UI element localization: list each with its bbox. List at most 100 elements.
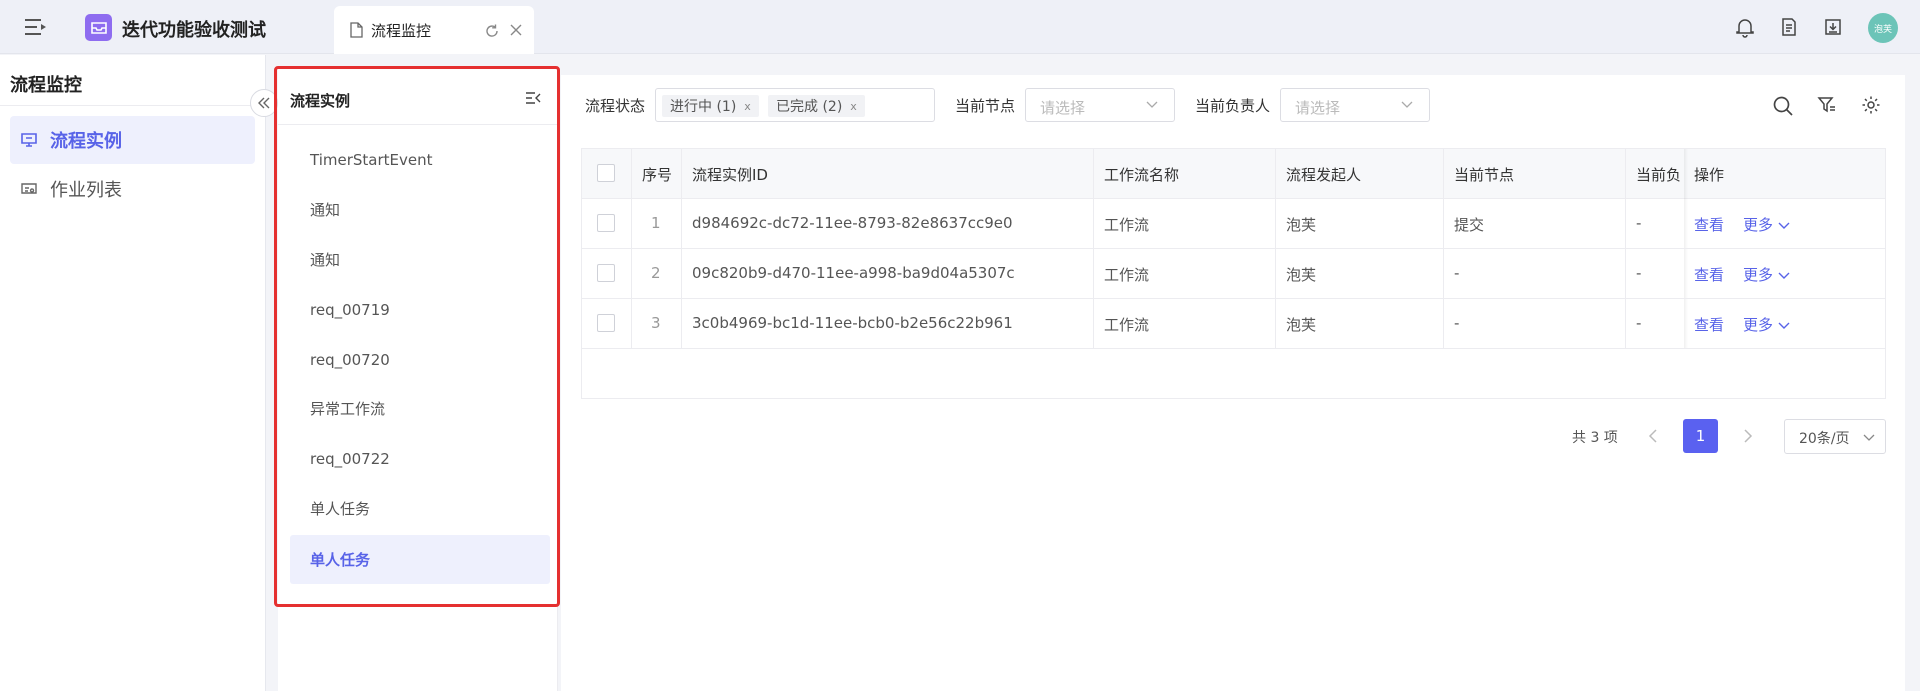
filter-icon[interactable] [1817, 95, 1837, 115]
more-link[interactable]: 更多 [1743, 264, 1790, 285]
chevron-right-icon[interactable] [1743, 429, 1753, 443]
chevron-left-icon[interactable] [1648, 429, 1658, 443]
row-instance-id: d984692c-dc72-11ee-8793-82e8637cc9e0 [692, 214, 1013, 232]
process-item[interactable]: 通知 [290, 185, 550, 234]
table-row[interactable]: 1 d984692c-dc72-11ee-8793-82e8637cc9e0 工… [582, 199, 1885, 249]
bell-icon[interactable] [1734, 16, 1756, 38]
chevron-down-icon [1146, 101, 1158, 108]
avatar[interactable]: 泡芙 [1868, 13, 1898, 43]
row-current-owner: - [1636, 264, 1642, 282]
process-table: 序号 流程实例ID 工作流名称 流程发起人 当前节点 当前负 操作 1 d984… [581, 148, 1886, 399]
table-header: 序号 流程实例ID 工作流名称 流程发起人 当前节点 当前负 操作 [582, 149, 1885, 199]
fold-panel-icon[interactable] [525, 91, 541, 105]
header-instance-id: 流程实例ID [692, 166, 768, 184]
row-workflow-name: 工作流 [1104, 216, 1150, 234]
view-link[interactable]: 查看 [1694, 314, 1724, 335]
row-current-node: 提交 [1454, 216, 1485, 234]
select-all-checkbox[interactable] [597, 164, 615, 182]
chevron-down-icon [1401, 101, 1413, 108]
app-logo [85, 14, 112, 41]
menu-toggle-icon[interactable] [24, 16, 48, 38]
row-index: 1 [651, 214, 661, 232]
row-initiator: 泡芙 [1286, 216, 1317, 234]
header-current-owner: 当前负 [1636, 166, 1682, 184]
refresh-icon[interactable] [484, 23, 500, 39]
view-link[interactable]: 查看 [1694, 264, 1724, 285]
row-current-owner: - [1636, 214, 1642, 232]
page-size-select[interactable]: 20条/页 [1784, 419, 1886, 454]
status-chip-in-progress: 进行中 (1) x [662, 95, 759, 117]
node-filter-label: 当前节点 [955, 97, 1016, 115]
owner-filter-label: 当前负责人 [1195, 97, 1271, 115]
node-placeholder: 请选择 [1040, 99, 1086, 117]
node-filter-select[interactable]: 请选择 [1025, 88, 1175, 122]
process-item[interactable]: 通知 [290, 235, 550, 284]
row-checkbox[interactable] [597, 214, 615, 232]
main-content: 流程状态 进行中 (1) x 已完成 (2) x 当前节点 请选择 当前负责人 请选… [561, 75, 1905, 691]
double-chevron-left-icon [258, 97, 270, 109]
panel-title: 流程实例 [290, 92, 351, 110]
row-workflow-name: 工作流 [1104, 266, 1150, 284]
divider [0, 105, 266, 106]
download-box-icon[interactable] [1822, 16, 1844, 38]
process-instance-panel: 流程实例 TimerStartEvent 通知 通知 req_00719 req… [278, 66, 558, 691]
table-row[interactable]: 3 3c0b4969-bc1d-11ee-bcb0-b2e56c22b961 工… [582, 299, 1885, 349]
header-index: 序号 [642, 166, 673, 184]
process-item-selected[interactable]: 单人任务 [290, 535, 550, 584]
more-link[interactable]: 更多 [1743, 214, 1790, 235]
header-initiator: 流程发起人 [1286, 166, 1362, 184]
top-bar: 迭代功能验收测试 流程监控 泡芙 [0, 0, 1920, 54]
header-workflow-name: 工作流名称 [1104, 166, 1180, 184]
process-item[interactable]: req_00722 [290, 434, 550, 483]
nav-item-label: 作业列表 [50, 180, 122, 201]
app-title: 迭代功能验收测试 [122, 20, 266, 41]
row-initiator: 泡芙 [1286, 266, 1317, 284]
nav-item-job-list[interactable]: 作业列表 [10, 165, 255, 213]
status-filter-select[interactable]: 进行中 (1) x 已完成 (2) x [655, 88, 935, 122]
chevron-down-icon [1863, 434, 1875, 441]
process-item[interactable]: req_00719 [290, 285, 550, 334]
job-icon [21, 183, 37, 194]
search-icon[interactable] [1772, 95, 1794, 117]
pagination-total: 共 3 项 [1572, 430, 1618, 446]
process-item[interactable]: TimerStartEvent [290, 135, 550, 184]
tab-label: 流程监控 [371, 22, 432, 40]
header-actions: 操作 [1694, 166, 1725, 184]
tab-process-monitor[interactable]: 流程监控 [334, 6, 534, 54]
process-item[interactable]: req_00720 [290, 335, 550, 384]
nav-item-label: 流程实例 [50, 131, 122, 152]
nav-title: 流程监控 [10, 75, 82, 96]
header-current-node: 当前节点 [1454, 166, 1515, 184]
row-workflow-name: 工作流 [1104, 316, 1150, 334]
close-icon[interactable] [509, 23, 523, 37]
more-link[interactable]: 更多 [1743, 314, 1790, 335]
row-current-node: - [1454, 264, 1460, 282]
process-item[interactable]: 异常工作流 [290, 384, 550, 433]
gear-icon[interactable] [1861, 95, 1881, 115]
row-index: 3 [651, 314, 661, 332]
pagination-page-current[interactable]: 1 [1683, 419, 1718, 453]
process-item[interactable]: 单人任务 [290, 484, 550, 533]
row-initiator: 泡芙 [1286, 316, 1317, 334]
chevron-down-icon [1778, 222, 1790, 229]
row-index: 2 [651, 264, 661, 282]
owner-placeholder: 请选择 [1295, 99, 1341, 117]
row-current-node: - [1454, 314, 1460, 332]
owner-filter-select[interactable]: 请选择 [1280, 88, 1430, 122]
chip-remove-icon[interactable]: x [744, 100, 751, 113]
document-icon[interactable] [1778, 16, 1800, 38]
collapse-sidebar-button[interactable] [250, 89, 278, 117]
row-instance-id: 3c0b4969-bc1d-11ee-bcb0-b2e56c22b961 [692, 314, 1013, 332]
chip-remove-icon[interactable]: x [850, 100, 857, 113]
divider [278, 124, 558, 125]
nav-item-process-instance[interactable]: 流程实例 [10, 116, 255, 164]
table-row[interactable]: 2 09c820b9-d470-11ee-a998-ba9d04a5307c 工… [582, 249, 1885, 299]
chevron-down-icon [1778, 272, 1790, 279]
document-icon [350, 22, 363, 38]
status-filter-label: 流程状态 [585, 97, 646, 115]
row-checkbox[interactable] [597, 264, 615, 282]
row-instance-id: 09c820b9-d470-11ee-a998-ba9d04a5307c [692, 264, 1015, 282]
status-chip-done: 已完成 (2) x [768, 95, 865, 117]
row-checkbox[interactable] [597, 314, 615, 332]
view-link[interactable]: 查看 [1694, 214, 1724, 235]
